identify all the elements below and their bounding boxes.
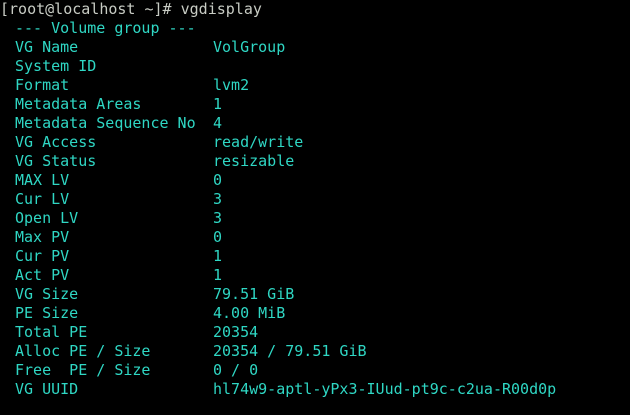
- vg-field-row: Open LV 3: [0, 209, 556, 228]
- vg-field-value: 0: [213, 171, 223, 189]
- vg-field-label: VG Access: [15, 133, 97, 151]
- vg-field-row: Cur PV 1: [0, 247, 556, 266]
- vg-field-row: VG Access read/write: [0, 133, 556, 152]
- vg-field-value: 3: [213, 190, 223, 208]
- vg-fields-list: VG Name VolGroup System ID Format lvm2 Metada…: [0, 38, 556, 399]
- vg-field-value: resizable: [213, 152, 295, 170]
- command-line: [root@localhost ~]# vgdisplay: [0, 0, 556, 19]
- vg-field-row: Format lvm2: [0, 76, 556, 95]
- vg-field-label: Cur PV: [15, 247, 70, 265]
- vg-field-value: 1: [213, 247, 223, 265]
- vg-field-label: System ID: [15, 57, 97, 75]
- vg-field-label: Act PV: [15, 266, 70, 284]
- vg-field-value: 4.00 MiB: [213, 304, 286, 322]
- shell-prompt: [root@localhost ~]#: [0, 0, 172, 18]
- vg-field-row: VG UUID hl74w9-aptl-yPx3-IUud-pt9c-c2ua-R…: [0, 380, 556, 399]
- vg-field-value: 0 / 0: [213, 361, 259, 379]
- vg-field-label: MAX LV: [15, 171, 70, 189]
- vg-field-label: Metadata Areas: [15, 95, 142, 113]
- command-text: vgdisplay: [180, 0, 262, 18]
- vg-field-label: Open LV: [15, 209, 79, 227]
- vg-field-label: VG UUID: [15, 380, 79, 398]
- vg-field-label: VG Status: [15, 152, 97, 170]
- vg-field-row: Metadata Sequence No 4: [0, 114, 556, 133]
- vg-field-value: lvm2: [213, 76, 250, 94]
- vg-field-value: 20354: [213, 323, 259, 341]
- vg-field-row: Alloc PE / Size 20354 / 79.51 GiB: [0, 342, 556, 361]
- vg-field-row: Free PE / Size 0 / 0: [0, 361, 556, 380]
- vg-field-label: Alloc PE / Size: [15, 342, 151, 360]
- terminal-output: [root@localhost ~]# vgdisplay --- Volume…: [0, 0, 556, 399]
- vg-field-label: Max PV: [15, 228, 70, 246]
- vg-field-label: Cur LV: [15, 190, 70, 208]
- vg-field-label: Format: [15, 76, 70, 94]
- vg-field-row: Max PV 0: [0, 228, 556, 247]
- vg-field-row: Act PV 1: [0, 266, 556, 285]
- vg-field-row: VG Name VolGroup: [0, 38, 556, 57]
- vg-field-row: Total PE 20354: [0, 323, 556, 342]
- vg-field-row: Metadata Areas 1: [0, 95, 556, 114]
- vg-field-row: VG Size 79.51 GiB: [0, 285, 556, 304]
- vg-field-value: 4: [213, 114, 223, 132]
- vg-field-value: VolGroup: [213, 38, 286, 56]
- vg-field-label: Free PE / Size: [15, 361, 151, 379]
- vg-field-label: VG Name: [15, 38, 79, 56]
- vg-field-value: 20354 / 79.51 GiB: [213, 342, 367, 360]
- vg-field-value: 3: [213, 209, 223, 227]
- vg-field-row: VG Status resizable: [0, 152, 556, 171]
- vg-field-row: Cur LV 3: [0, 190, 556, 209]
- vg-field-label: VG Size: [15, 285, 79, 303]
- vg-field-row: System ID: [0, 57, 556, 76]
- vg-field-value: read/write: [213, 133, 304, 151]
- vg-field-value: 1: [213, 95, 223, 113]
- vg-field-value: 0: [213, 228, 223, 246]
- vg-field-value: hl74w9-aptl-yPx3-IUud-pt9c-c2ua-R00d0p: [213, 380, 557, 398]
- vg-field-row: PE Size 4.00 MiB: [0, 304, 556, 323]
- vg-field-label: PE Size: [15, 304, 79, 322]
- vg-field-value: 79.51 GiB: [213, 285, 295, 303]
- section-header: --- Volume group ---: [15, 19, 196, 37]
- vg-field-row: MAX LV 0: [0, 171, 556, 190]
- vg-field-label: Total PE: [15, 323, 88, 341]
- vg-field-label: Metadata Sequence No: [15, 114, 196, 132]
- terminal-window[interactable]: [root@localhost ~]# vgdisplay --- Volume…: [0, 0, 630, 415]
- vg-field-value: 1: [213, 266, 223, 284]
